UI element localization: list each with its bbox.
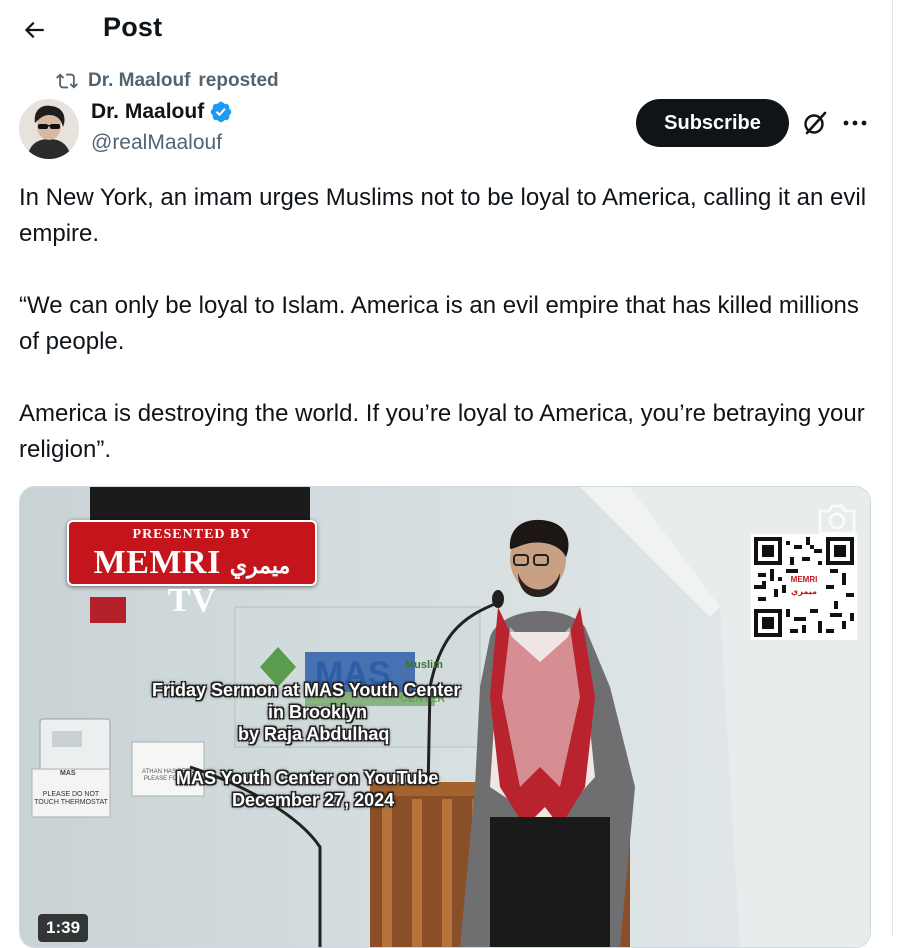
repost-context: Dr. Maalouf reposted [54,69,279,93]
caption-line-2: in Brooklyn [268,702,368,722]
post-paragraph: In New York, an imam urges Muslims not t… [19,184,867,247]
grok-icon [804,111,827,135]
logo-tv-text: TV [167,582,217,619]
verified-badge-icon [210,101,232,123]
logo-main-text: MEMRI ميمري TV [69,544,315,620]
video-duration: 1:39 [38,914,89,942]
thermostat-sign-mas: MAS [60,770,76,777]
post-header: Post [0,0,892,60]
author-handle[interactable]: @realMaalouf [91,131,222,155]
subscribe-button[interactable]: Subscribe [636,99,789,147]
caption-line-3: by Raja Abdulhaq [238,724,390,744]
qr-label-en: MEMRI [790,575,818,584]
logo-presented-text: PRESENTED BY [132,527,252,542]
repost-label: reposted [198,70,279,91]
wall-sign-small: Muslim [405,659,443,671]
post-paragraph: America is destroying the world. If you’… [19,400,865,463]
source-line-1: MAS Youth Center on YouTube [176,768,439,788]
logo-arabic-text: ميمري [229,553,291,578]
page-title: Post [103,12,163,42]
column-divider [892,0,893,936]
qr-label-ar: ميمري [791,587,817,596]
reposter-name[interactable]: Dr. Maalouf [88,70,190,92]
qr-label: MEMRI ميمري [787,574,821,600]
thermostat-sign: PLEASE DO NOT TOUCH THERMOSTAT [34,791,108,806]
more-button[interactable] [838,108,872,138]
grok-button[interactable] [800,108,830,138]
video-player[interactable]: PRESENTED BY MEMRI ميمري TV MAS Muslim C… [19,486,871,948]
back-button[interactable] [14,10,54,50]
avatar[interactable] [19,99,79,159]
source-line-2: December 27, 2024 [232,790,395,810]
camera-icon [816,501,858,537]
arrow-left-icon [24,21,44,39]
repost-icon [54,70,80,92]
author-name-row: Dr. Maalouf [91,100,233,124]
post-text: In New York, an imam urges Muslims not t… [19,180,874,468]
qr-code: MEMRI ميمري [751,534,857,640]
author-name[interactable]: Dr. Maalouf [91,100,204,124]
caption-line-1: Friday Sermon at MAS Youth Center [152,680,461,700]
logo-memri-text: MEMRI [93,544,221,581]
more-icon [843,120,867,126]
memri-tv-logo: PRESENTED BY MEMRI ميمري TV [67,520,317,619]
post-paragraph: “We can only be loyal to Islam. America … [19,292,859,355]
